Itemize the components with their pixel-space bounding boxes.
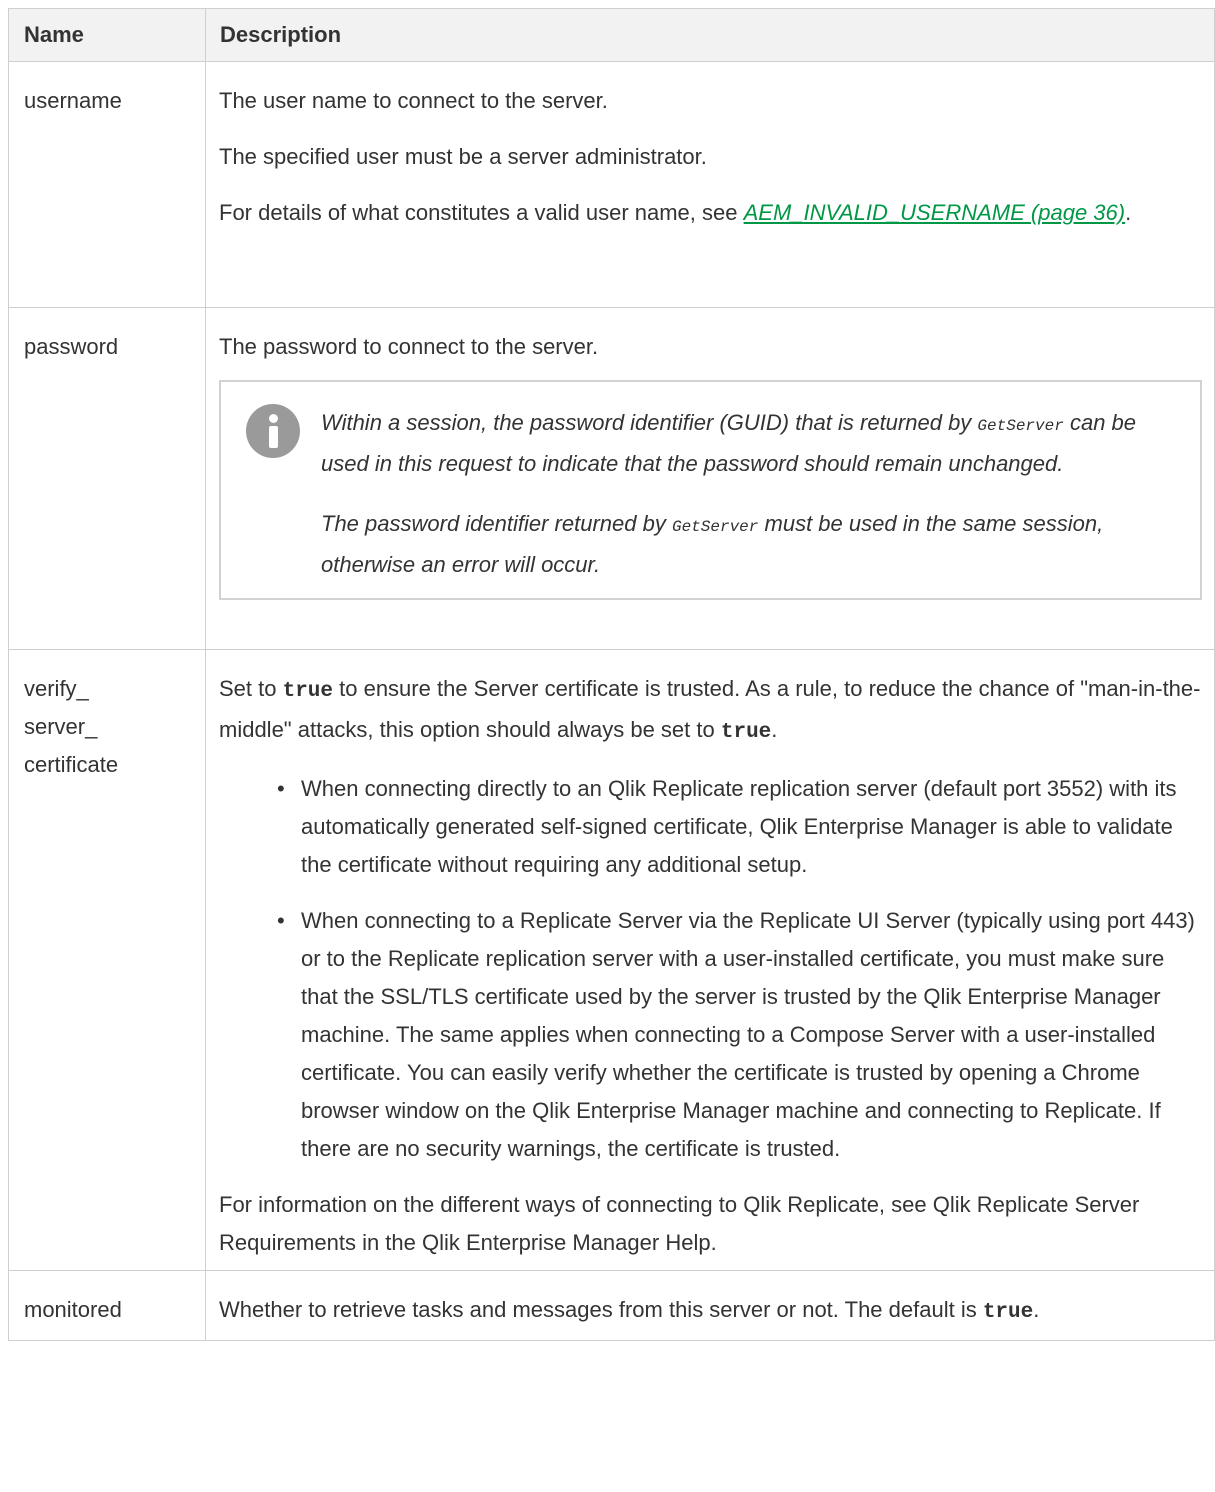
param-description: The user name to connect to the server. … xyxy=(205,61,1215,308)
inline-code: GetServer xyxy=(671,518,759,536)
table-row-verify-server-certificate: verify_ server_ certificate Set to true … xyxy=(8,649,1215,1271)
list-item: When connecting to a Replicate Server vi… xyxy=(277,902,1202,1168)
table-header-row: Name Description xyxy=(8,8,1215,62)
inline-code: true xyxy=(282,680,334,703)
description-text: The password to connect to the server. xyxy=(219,334,599,359)
note-text: The password identifier returned by GetS… xyxy=(321,511,1104,577)
inline-code: true xyxy=(720,721,772,744)
inline-code: true xyxy=(982,1301,1034,1324)
note-box: Within a session, the password identifie… xyxy=(219,380,1202,600)
bullet-list: When connecting directly to an Qlik Repl… xyxy=(219,770,1202,1168)
param-description: Whether to retrieve tasks and messages f… xyxy=(205,1270,1215,1341)
param-name: password xyxy=(8,307,206,650)
table-row-password: password The password to connect to the … xyxy=(8,307,1215,650)
list-item: When connecting directly to an Qlik Repl… xyxy=(277,770,1202,884)
parameters-table: Name Description username The user name … xyxy=(8,8,1215,1341)
info-icon xyxy=(246,404,300,458)
description-text: For information on the different ways of… xyxy=(219,1192,1140,1255)
param-description: Set to true to ensure the Server certifi… xyxy=(205,649,1215,1271)
note-text: Within a session, the password identifie… xyxy=(321,410,1137,476)
table-row-username: username The user name to connect to the… xyxy=(8,61,1215,308)
param-name: username xyxy=(8,61,206,308)
inline-code: GetServer xyxy=(977,417,1064,435)
header-name: Name xyxy=(8,8,206,62)
param-name: verify_ server_ certificate xyxy=(8,649,206,1271)
description-text: For details of what constitutes a valid … xyxy=(219,200,1132,225)
description-text: The user name to connect to the server. xyxy=(219,88,608,113)
page-reference-link[interactable]: AEM_INVALID_USERNAME (page 36) xyxy=(744,200,1126,225)
description-text: Whether to retrieve tasks and messages f… xyxy=(219,1297,1040,1324)
header-description: Description xyxy=(205,8,1215,62)
description-text: Set to true to ensure the Server certifi… xyxy=(219,676,1201,744)
param-description: The password to connect to the server. W… xyxy=(205,307,1215,650)
description-text: The specified user must be a server admi… xyxy=(219,144,707,169)
param-name: monitored xyxy=(8,1270,206,1341)
table-row-monitored: monitored Whether to retrieve tasks and … xyxy=(8,1270,1215,1341)
